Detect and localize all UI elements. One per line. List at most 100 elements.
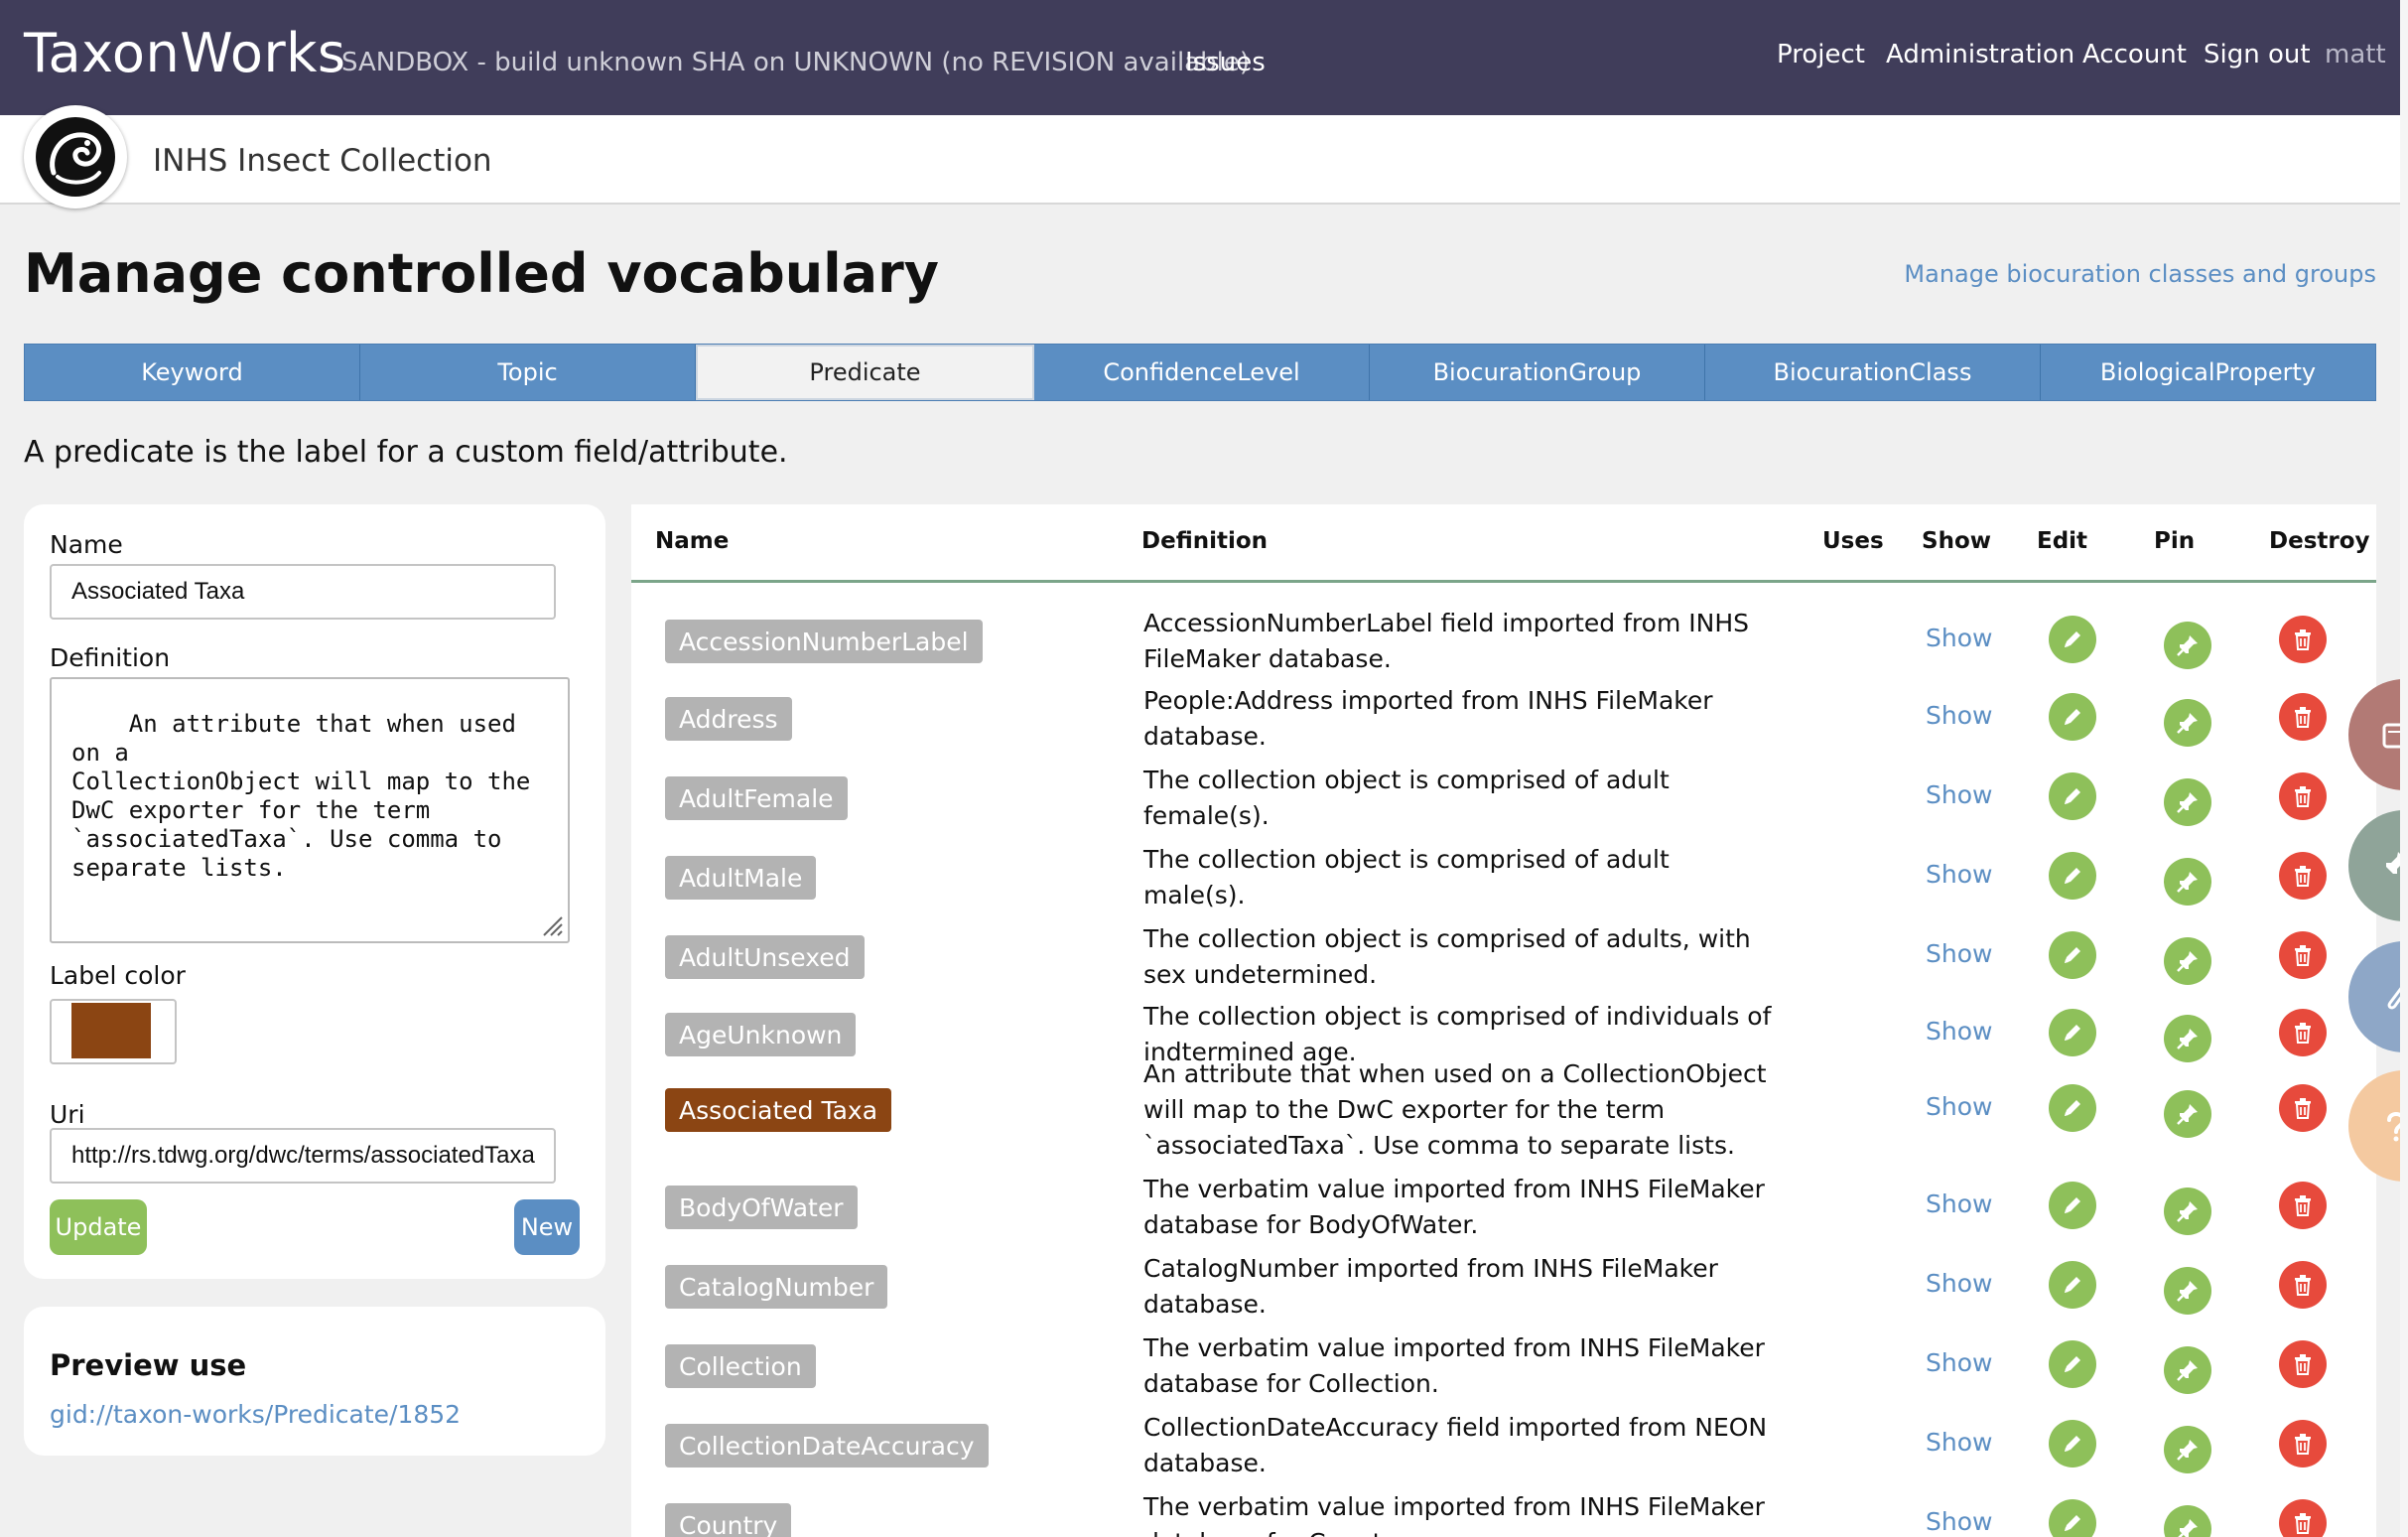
show-link[interactable]: Show bbox=[1926, 701, 1992, 730]
nav-administration-link[interactable]: Administration bbox=[1886, 40, 2074, 70]
table-row: AdultMale The collection object is compri… bbox=[631, 838, 2376, 917]
pin-button[interactable] bbox=[2164, 622, 2211, 669]
destroy-button[interactable] bbox=[2279, 1009, 2327, 1056]
edit-button[interactable] bbox=[2049, 1182, 2096, 1229]
definition-textarea[interactable]: An attribute that when used on a Collect… bbox=[50, 677, 570, 943]
show-link[interactable]: Show bbox=[1926, 780, 1992, 809]
column-header-name[interactable]: Name bbox=[655, 528, 729, 554]
predicate-label-chip[interactable]: CollectionDateAccuracy bbox=[665, 1424, 989, 1467]
table-row: Country The verbatim value imported from … bbox=[631, 1485, 2376, 1537]
predicate-label-chip[interactable]: AdultFemale bbox=[665, 776, 848, 820]
show-link[interactable]: Show bbox=[1926, 1269, 1992, 1298]
label-color-picker[interactable] bbox=[50, 999, 177, 1064]
edit-button[interactable] bbox=[2049, 772, 2096, 820]
page-scrollbar[interactable] bbox=[2400, 0, 2408, 1537]
pin-button[interactable] bbox=[2164, 699, 2211, 747]
column-header-definition[interactable]: Definition bbox=[1141, 528, 1268, 554]
destroy-button[interactable] bbox=[2279, 1499, 2327, 1537]
pin-button[interactable] bbox=[2164, 858, 2211, 906]
edit-button[interactable] bbox=[2049, 1261, 2096, 1309]
destroy-button[interactable] bbox=[2279, 1420, 2327, 1467]
brand-logo-text[interactable]: TaxonWorks bbox=[24, 22, 346, 84]
pin-button[interactable] bbox=[2164, 1505, 2211, 1537]
predicate-label-chip[interactable]: AccessionNumberLabel bbox=[665, 620, 983, 663]
trash-icon bbox=[2291, 704, 2315, 730]
tab-confidencelevel[interactable]: ConfidenceLevel bbox=[1034, 345, 1370, 400]
predicate-definition-text: The collection object is comprised of ad… bbox=[1143, 766, 1670, 830]
predicate-label-chip[interactable]: Collection bbox=[665, 1344, 816, 1388]
edit-button[interactable] bbox=[2049, 931, 2096, 979]
destroy-button[interactable] bbox=[2279, 1182, 2327, 1229]
predicate-label-chip[interactable]: CatalogNumber bbox=[665, 1265, 888, 1309]
show-link[interactable]: Show bbox=[1926, 1507, 1992, 1536]
show-link[interactable]: Show bbox=[1926, 860, 1992, 889]
pin-button[interactable] bbox=[2164, 1015, 2211, 1062]
tab-topic[interactable]: Topic bbox=[360, 345, 696, 400]
predicate-label-chip[interactable]: Address bbox=[665, 697, 792, 741]
tab-biocurationclass[interactable]: BiocurationClass bbox=[1705, 345, 2041, 400]
pin-button[interactable] bbox=[2164, 778, 2211, 826]
issues-link[interactable]: Issues bbox=[1185, 48, 1266, 77]
project-name[interactable]: INHS Insect Collection bbox=[153, 143, 492, 179]
destroy-button[interactable] bbox=[2279, 1340, 2327, 1388]
destroy-button[interactable] bbox=[2279, 1261, 2327, 1309]
pin-button[interactable] bbox=[2164, 1090, 2211, 1138]
column-header-uses[interactable]: Uses bbox=[1822, 528, 1884, 554]
show-link[interactable]: Show bbox=[1926, 1092, 1992, 1121]
edit-button[interactable] bbox=[2049, 1340, 2096, 1388]
show-link[interactable]: Show bbox=[1926, 1428, 1992, 1457]
show-link[interactable]: Show bbox=[1926, 1017, 1992, 1046]
uri-input[interactable]: http://rs.tdwg.org/dwc/terms/associatedT… bbox=[50, 1128, 556, 1184]
destroy-button[interactable] bbox=[2279, 772, 2327, 820]
edit-button[interactable] bbox=[2049, 852, 2096, 900]
show-link[interactable]: Show bbox=[1926, 624, 1992, 652]
tab-predicate[interactable]: Predicate bbox=[696, 345, 1034, 400]
pin-icon bbox=[2174, 631, 2202, 659]
pin-button[interactable] bbox=[2164, 1188, 2211, 1235]
show-link[interactable]: Show bbox=[1926, 1189, 1992, 1218]
show-link[interactable]: Show bbox=[1926, 939, 1992, 968]
project-logo-icon[interactable] bbox=[24, 105, 127, 209]
pin-button[interactable] bbox=[2164, 1426, 2211, 1473]
edit-button[interactable] bbox=[2049, 1084, 2096, 1132]
show-link[interactable]: Show bbox=[1926, 1348, 1992, 1377]
update-button[interactable]: Update bbox=[50, 1199, 147, 1255]
predicate-label-chip[interactable]: Country bbox=[665, 1503, 792, 1537]
predicate-label-chip[interactable]: AdultMale bbox=[665, 856, 817, 900]
label-color-label: Label color bbox=[50, 961, 186, 990]
tab-biocurationgroup[interactable]: BiocurationGroup bbox=[1370, 345, 1705, 400]
nav-user-link[interactable]: matt bbox=[2325, 40, 2386, 70]
manage-biocuration-link[interactable]: Manage biocuration classes and groups bbox=[1904, 260, 2376, 288]
destroy-button[interactable] bbox=[2279, 931, 2327, 979]
edit-button[interactable] bbox=[2049, 693, 2096, 741]
pin-button[interactable] bbox=[2164, 937, 2211, 985]
nav-account-link[interactable]: Account bbox=[2082, 40, 2187, 70]
predicate-definition: AccessionNumberLabel field imported from… bbox=[1143, 602, 1779, 681]
edit-button[interactable] bbox=[2049, 616, 2096, 663]
preview-gid-link[interactable]: gid://taxon-works/Predicate/1852 bbox=[50, 1400, 461, 1429]
resize-grip-icon[interactable] bbox=[542, 915, 564, 937]
pin-icon bbox=[2174, 788, 2202, 816]
destroy-button[interactable] bbox=[2279, 616, 2327, 663]
destroy-button[interactable] bbox=[2279, 1084, 2327, 1132]
edit-button[interactable] bbox=[2049, 1499, 2096, 1537]
edit-button[interactable] bbox=[2049, 1420, 2096, 1467]
nav-sign-out-link[interactable]: Sign out bbox=[2204, 40, 2311, 70]
edit-button[interactable] bbox=[2049, 1009, 2096, 1056]
tab-biologicalproperty[interactable]: BiologicalProperty bbox=[2041, 345, 2375, 400]
predicate-definition: The verbatim value imported from INHS Fi… bbox=[1143, 1327, 1779, 1406]
destroy-button[interactable] bbox=[2279, 693, 2327, 741]
pin-button[interactable] bbox=[2164, 1346, 2211, 1394]
tab-keyword[interactable]: Keyword bbox=[25, 345, 360, 400]
name-input[interactable]: Associated Taxa bbox=[50, 564, 556, 620]
pin-button[interactable] bbox=[2164, 1267, 2211, 1315]
nav-project-link[interactable]: Project bbox=[1777, 40, 1865, 70]
predicate-label-chip[interactable]: BodyOfWater bbox=[665, 1186, 858, 1229]
pin-icon bbox=[2174, 709, 2202, 737]
pencil-icon bbox=[2060, 1272, 2085, 1298]
predicate-label-chip[interactable]: AgeUnknown bbox=[665, 1013, 857, 1056]
predicate-label-chip[interactable]: Associated Taxa bbox=[665, 1088, 892, 1132]
predicate-label-chip[interactable]: AdultUnsexed bbox=[665, 935, 865, 979]
destroy-button[interactable] bbox=[2279, 852, 2327, 900]
new-button[interactable]: New bbox=[514, 1199, 580, 1255]
